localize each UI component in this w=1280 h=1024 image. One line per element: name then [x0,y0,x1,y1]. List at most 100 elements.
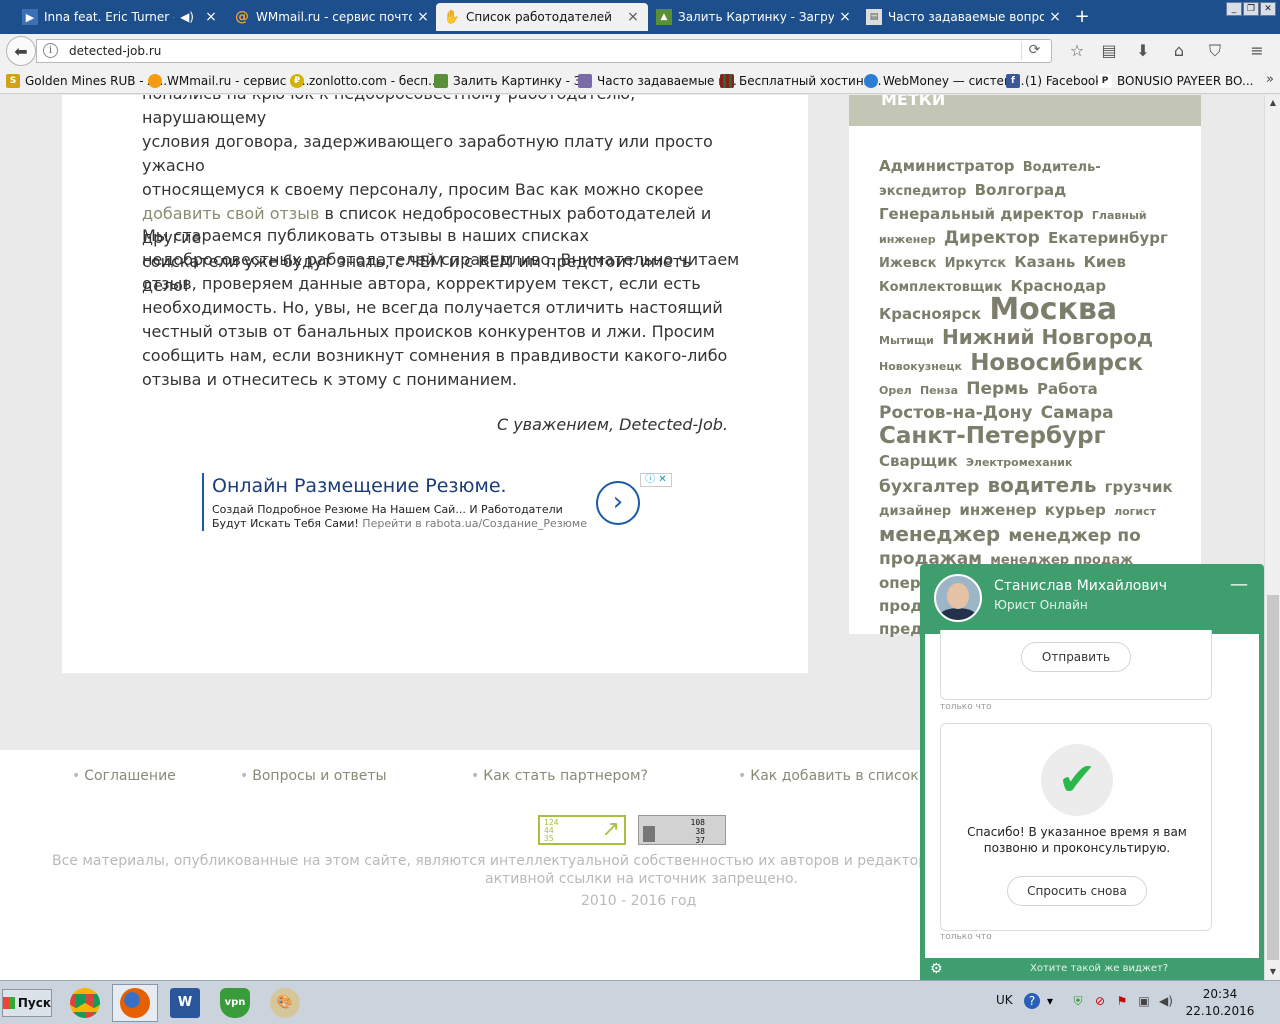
volume-icon[interactable]: ◀) [1158,993,1174,1009]
tag-link[interactable]: Пенза [920,384,958,397]
footer-link-partner[interactable]: • Как стать партнером? [471,768,648,784]
bookmark-item[interactable]: f (1) Facebook [1006,73,1102,89]
scroll-down-icon[interactable]: ▼ [1265,964,1280,980]
tag-link[interactable]: Мытищи [879,334,934,347]
info-icon[interactable]: i [43,43,58,58]
ad-banner[interactable]: Онлайн Размещение Резюме. Создай Подробн… [202,473,672,531]
home-icon[interactable]: ⌂ [1168,40,1190,62]
tag-link[interactable]: Казань [1014,253,1075,271]
close-icon[interactable]: × [626,9,640,25]
tag-link[interactable]: Сварщик [879,452,958,470]
tag-link[interactable]: Самара [1041,403,1114,423]
tag-link[interactable]: инженер [959,501,1036,519]
tag-link[interactable]: Новокузнецк [879,360,962,373]
tab-faq[interactable]: ▤ Часто задаваемые вопросы... × [858,3,1070,31]
bookmark-item[interactable]: Бесплатный хостинг... [720,73,881,89]
tag-link[interactable]: водитель [987,473,1096,497]
tag-link[interactable]: Ростов-на-Дону [879,403,1032,423]
network-icon[interactable]: ▣ [1136,993,1152,1009]
close-window-button[interactable]: ✕ [1260,2,1276,16]
download-icon[interactable]: ⬇ [1132,40,1154,62]
liveinternet-counter[interactable]: 124 44 35 ↗ [538,815,626,845]
ad-title[interactable]: Онлайн Размещение Резюме. [212,475,507,497]
tag-link[interactable]: Ижевск [879,256,936,271]
tag-link[interactable]: Директор [944,228,1040,248]
ask-again-button[interactable]: Спросить снова [1007,876,1147,906]
tab-employers-list[interactable]: ✋ Список работодателей × [436,3,648,31]
tag-link[interactable]: дизайнер [879,504,951,519]
word-app[interactable]: W [162,984,208,1022]
firefox-app[interactable] [112,984,158,1022]
scroll-thumb[interactable] [1267,595,1279,960]
tag-link[interactable]: бухгалтер [879,477,979,497]
tag-link[interactable]: грузчик [1105,478,1173,496]
address-bar[interactable]: i detected-job.ru ⟳ [36,39,1052,63]
ad-link[interactable]: Перейти в rabota.ua/Создание_Резюме [362,517,587,530]
speaker-icon[interactable]: ◀) [180,10,194,24]
bookmark-item[interactable]: WebMoney — систем... [864,73,1024,89]
close-icon[interactable]: × [416,9,430,25]
tag-link[interactable]: Киев [1084,253,1126,271]
tag-link[interactable]: Волгоград [975,181,1067,199]
menu-icon[interactable]: ≡ [1246,40,1268,62]
chevron-up-icon[interactable]: ▾ [1042,993,1058,1009]
ad-choices-icon[interactable]: ⓘ ✕ [640,473,672,487]
bookmark-item[interactable]: Часто задаваемые в... [578,73,737,89]
bookmark-star-icon[interactable]: ☆ [1066,40,1088,62]
paint-app[interactable]: 🎨 [262,984,308,1022]
reading-list-icon[interactable]: ▤ [1098,40,1120,62]
vpn-app[interactable]: vpn [212,984,258,1022]
tag-link[interactable]: Орел [879,384,912,397]
blocked-icon[interactable]: ⊘ [1092,993,1108,1009]
start-button[interactable]: Пуск [2,989,52,1017]
minimize-icon[interactable]: — [1230,574,1248,595]
stats-counter[interactable]: 108 38 37 [638,815,726,845]
tag-link[interactable]: Красноярск [879,305,981,323]
tab-music[interactable]: ▶ Inna feat. Eric Turner - B... ◀) × [14,3,226,31]
tag-link[interactable]: менеджер [879,522,1000,546]
scroll-up-icon[interactable]: ▲ [1265,95,1280,111]
close-icon[interactable]: × [204,9,218,25]
close-icon[interactable]: × [1048,9,1062,25]
send-button[interactable]: Отправить [1021,642,1131,672]
new-tab-button[interactable]: + [1072,6,1092,27]
tag-link[interactable]: Пермь [966,379,1029,399]
clock-time[interactable]: 20:34 [1190,987,1250,1001]
back-button[interactable]: ⬅ [6,36,36,66]
chevron-right-icon[interactable]: » [1266,72,1274,87]
bookmark-item[interactable]: Залить Картинку - З... [434,73,593,89]
tag-link[interactable]: Нижний Новгород [942,325,1153,349]
add-review-link[interactable]: добавить свой отзыв [142,204,319,223]
clock-date[interactable]: 22.10.2016 [1185,1004,1255,1018]
vertical-scrollbar[interactable]: ▲ ▼ [1264,95,1280,980]
language-indicator[interactable]: UK [996,993,1013,1007]
tag-link[interactable]: Санкт-Петербург [879,423,1106,449]
pocket-icon[interactable]: ⛉ [1204,40,1226,62]
close-icon[interactable]: × [838,9,852,25]
bookmark-item[interactable]: P BONUSIO PAYEER BO... [1098,73,1253,89]
gear-icon[interactable]: ⚙ [930,961,943,977]
reload-icon[interactable]: ⟳ [1021,42,1047,60]
footer-link-add-to-list[interactable]: • Как добавить в список? [738,768,926,784]
tag-link[interactable]: Иркутск [945,256,1007,271]
restore-window-button[interactable]: ❐ [1243,2,1259,16]
tag-link[interactable]: Администратор [879,157,1015,175]
tag-link[interactable]: курьер [1045,501,1106,519]
footer-link-agreement[interactable]: • Соглашение [72,768,176,784]
chrome-app[interactable] [62,984,108,1022]
tag-link[interactable]: Екатеринбург [1048,229,1168,247]
shield-icon[interactable]: ⛨ [1070,993,1086,1009]
tab-wmmail[interactable]: @ WMmail.ru - сервис почтовы... × [226,3,438,31]
tag-link[interactable]: Работа [1037,380,1098,398]
tag-link[interactable]: Генеральный директор [879,205,1084,223]
tag-link[interactable]: Комплектовщик [879,280,1002,295]
tag-link[interactable]: Москва [989,292,1117,327]
tab-upload-image[interactable]: ▲ Залить Картинку - Загрузи... × [648,3,860,31]
minimize-window-button[interactable]: _ [1226,2,1242,16]
tag-link[interactable]: логист [1114,505,1156,518]
widget-promo-link[interactable]: Хотите такой же виджет? [1030,963,1168,974]
url-text[interactable]: detected-job.ru [69,44,161,58]
bookmark-item[interactable]: ₽ zonlotto.com - бесп... [290,73,440,89]
bookmark-item[interactable]: S Golden Mines RUB - А... [6,73,167,89]
bookmark-item[interactable]: WMmail.ru - сервис п... [148,73,309,89]
